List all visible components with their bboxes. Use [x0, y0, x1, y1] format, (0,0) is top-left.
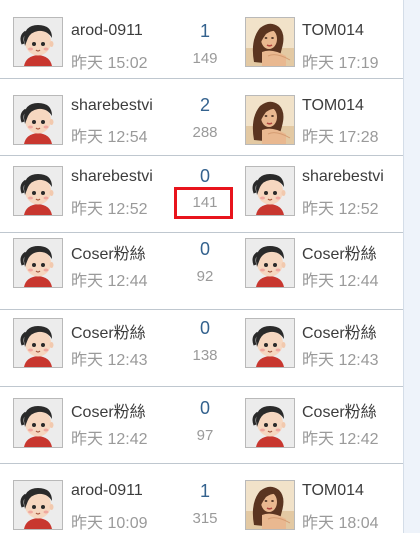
author-name[interactable]: Coser粉絲 — [71, 240, 155, 264]
thread-row: Coser粉絲 昨天 12:44 0 92 Coser粉絲 昨天 12:44 — [0, 233, 403, 310]
thread-row: Coser粉絲 昨天 12:42 0 97 Coser粉絲 昨天 12:42 — [0, 387, 403, 464]
view-count: 138 — [192, 347, 218, 364]
boy-avatar-icon — [14, 399, 62, 447]
last-poster-avatar[interactable] — [245, 17, 295, 67]
boy-avatar-icon — [14, 18, 62, 66]
woman-photo-avatar-icon — [246, 481, 294, 529]
view-count: 92 — [196, 268, 214, 285]
author-avatar[interactable] — [13, 318, 63, 368]
author-name[interactable]: arod-0911 — [71, 22, 155, 40]
reply-count: 0 — [199, 239, 210, 259]
thread-row: arod-0911 昨天 10:09 1 315 TOM014 昨天 18:04 — [0, 464, 403, 533]
boy-avatar-icon — [14, 481, 62, 529]
last-poster-avatar[interactable] — [245, 95, 295, 145]
author-time: 昨天 15:02 — [71, 55, 148, 72]
last-post-time: 昨天 12:52 — [302, 201, 379, 218]
last-poster-avatar[interactable] — [245, 166, 295, 216]
author-time: 昨天 12:42 — [71, 431, 148, 448]
author-time: 昨天 12:43 — [71, 352, 148, 369]
scrollbar-track[interactable] — [403, 0, 420, 533]
last-post-time: 昨天 17:19 — [302, 55, 379, 72]
author-time: 昨天 12:52 — [71, 201, 148, 218]
last-poster-avatar[interactable] — [245, 318, 295, 368]
reply-count: 0 — [199, 318, 210, 338]
reply-count: 1 — [199, 21, 210, 41]
view-count: 149 — [192, 50, 218, 67]
boy-avatar-icon — [246, 167, 294, 215]
author-name[interactable]: Coser粉絲 — [71, 398, 155, 422]
boy-avatar-icon — [246, 319, 294, 367]
boy-avatar-icon — [14, 167, 62, 215]
woman-photo-avatar-icon — [246, 96, 294, 144]
thread-row: Coser粉絲 昨天 12:43 0 138 Coser粉絲 昨天 12:43 — [0, 310, 403, 387]
author-time: 昨天 10:09 — [71, 515, 148, 532]
author-name[interactable]: Coser粉絲 — [71, 319, 155, 343]
boy-avatar-icon — [14, 239, 62, 287]
last-poster-avatar[interactable] — [245, 238, 295, 288]
last-post-time: 昨天 12:44 — [302, 273, 379, 290]
woman-photo-avatar-icon — [246, 18, 294, 66]
reply-count: 0 — [199, 166, 210, 186]
author-avatar[interactable] — [13, 17, 63, 67]
thread-list: arod-0911 昨天 15:02 1 149 TOM014 昨天 17:19… — [0, 0, 403, 533]
last-poster-name[interactable]: Coser粉絲 — [302, 398, 386, 422]
author-name[interactable]: arod-0911 — [71, 482, 155, 500]
last-poster-name[interactable]: TOM014 — [302, 97, 386, 115]
view-count: 288 — [192, 124, 218, 141]
last-poster-avatar[interactable] — [245, 398, 295, 448]
reply-count: 1 — [199, 481, 210, 501]
last-poster-name[interactable]: TOM014 — [302, 482, 386, 500]
last-post-time: 昨天 12:42 — [302, 431, 379, 448]
last-poster-avatar[interactable] — [245, 480, 295, 530]
author-name[interactable]: sharebestvi — [71, 168, 155, 186]
boy-avatar-icon — [14, 96, 62, 144]
reply-count: 2 — [199, 95, 210, 115]
view-count: 315 — [192, 510, 218, 527]
last-poster-name[interactable]: TOM014 — [302, 22, 386, 40]
last-post-time: 昨天 18:04 — [302, 515, 379, 532]
author-avatar[interactable] — [13, 238, 63, 288]
reply-count: 0 — [199, 398, 210, 418]
thread-row: sharebestvi 昨天 12:54 2 288 TOM014 昨天 17:… — [0, 79, 403, 156]
last-poster-name[interactable]: Coser粉絲 — [302, 240, 386, 264]
author-time: 昨天 12:44 — [71, 273, 148, 290]
boy-avatar-icon — [246, 399, 294, 447]
thread-row: arod-0911 昨天 15:02 1 149 TOM014 昨天 17:19 — [0, 2, 403, 79]
author-avatar[interactable] — [13, 480, 63, 530]
author-name[interactable]: sharebestvi — [71, 97, 155, 115]
last-post-time: 昨天 17:28 — [302, 129, 379, 146]
last-poster-name[interactable]: sharebestvi — [302, 168, 386, 186]
author-avatar[interactable] — [13, 166, 63, 216]
last-post-time: 昨天 12:43 — [302, 352, 379, 369]
view-count-highlight-box — [174, 187, 233, 219]
boy-avatar-icon — [246, 239, 294, 287]
author-time: 昨天 12:54 — [71, 129, 148, 146]
view-count: 97 — [196, 427, 214, 444]
author-avatar[interactable] — [13, 398, 63, 448]
author-avatar[interactable] — [13, 95, 63, 145]
boy-avatar-icon — [14, 319, 62, 367]
last-poster-name[interactable]: Coser粉絲 — [302, 319, 386, 343]
